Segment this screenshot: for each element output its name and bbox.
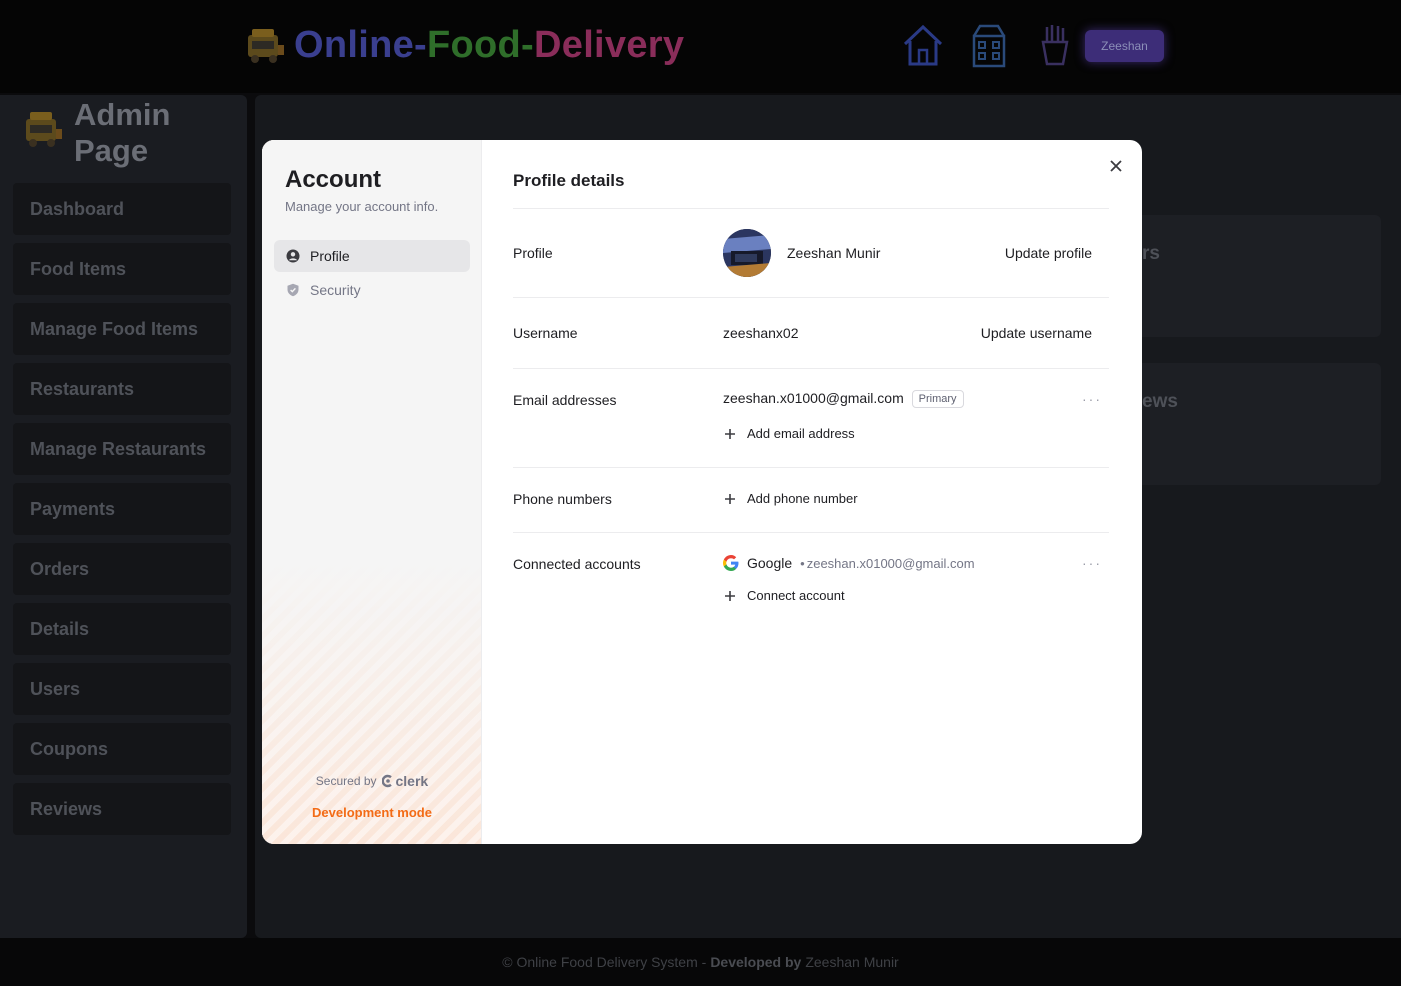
update-username-button[interactable]: Update username (981, 325, 1092, 341)
profile-details-panel: Profile details Profile Zeeshan Munir Up… (482, 140, 1142, 844)
plus-icon (725, 428, 735, 439)
divider (513, 368, 1109, 369)
brand-title-part-online: Online- (294, 24, 427, 66)
clerk-logo-icon (381, 774, 392, 788)
account-title: Account (285, 166, 381, 193)
connected-accounts-label: Connected accounts (513, 556, 641, 572)
email-more-menu[interactable]: ··· (1082, 391, 1102, 407)
profile-row-label: Profile (513, 245, 553, 261)
sidebar-item-users[interactable]: Users (13, 663, 231, 715)
add-phone-button[interactable]: Add phone number (723, 491, 858, 506)
connect-account-label: Connect account (747, 588, 845, 603)
brand[interactable]: Online-Food-Delivery (244, 24, 684, 67)
sidebar-item-orders[interactable]: Orders (13, 543, 231, 595)
stat-card-label: ews (1142, 391, 1178, 412)
google-icon (723, 555, 739, 571)
stat-card (1115, 363, 1381, 485)
admin-title: Admin Page (74, 97, 170, 169)
tab-security[interactable]: Security (274, 274, 470, 306)
footer-copyright: © Online Food Delivery System - (502, 954, 707, 970)
primary-badge: Primary (911, 390, 964, 409)
brand-title-part-delivery: Delivery (534, 24, 685, 66)
secured-by-text: Secured by (315, 774, 377, 788)
sidebar-item-reviews[interactable]: Reviews (13, 783, 231, 835)
stat-card-label: rs (1142, 243, 1160, 264)
clerk-wordmark: clerk (395, 773, 429, 789)
avatar (723, 229, 771, 277)
divider (513, 297, 1109, 298)
divider (513, 467, 1109, 468)
sidebar-item-details[interactable]: Details (13, 603, 231, 655)
connect-account-button[interactable]: Connect account (723, 588, 845, 603)
tab-profile[interactable]: Profile (274, 240, 470, 272)
footer-developed-by: Developed by (710, 954, 802, 970)
username-value: zeeshanx02 (723, 325, 799, 341)
sidebar-item-payments[interactable]: Payments (13, 483, 231, 535)
sidebar-item-coupons[interactable]: Coupons (13, 723, 231, 775)
brand-title-part-food: Food- (427, 24, 535, 66)
nav-icons (902, 22, 1076, 68)
restaurant-building-icon[interactable] (968, 22, 1010, 68)
account-modal-sidebar: Account Manage your account info. Profil… (262, 140, 482, 844)
add-email-button[interactable]: Add email address (723, 426, 855, 441)
close-button[interactable] (1106, 156, 1126, 176)
add-email-label: Add email address (747, 426, 855, 441)
divider (513, 208, 1109, 209)
google-account-email: zeeshan.x01000@gmail.com (806, 555, 975, 571)
food-truck-logo-icon (248, 28, 284, 63)
close-icon (1110, 160, 1122, 172)
footer-author: Zeeshan Munir (805, 954, 899, 970)
secured-by-clerk[interactable]: Secured by clerk (262, 773, 482, 789)
update-profile-button[interactable]: Update profile (1005, 245, 1092, 261)
tab-profile-label: Profile (310, 248, 350, 264)
profile-name: Zeeshan Munir (787, 245, 881, 261)
sidebar-item-restaurants[interactable]: Restaurants (13, 363, 231, 415)
email-row-label: Email addresses (513, 392, 617, 408)
email-entry: zeeshan.x01000@gmail.com Primary (723, 390, 964, 409)
admin-sidebar: Admin Page Dashboard Food Items Manage F… (0, 95, 247, 938)
google-provider-label: Google (747, 555, 793, 571)
sidebar-item-manage-food-items[interactable]: Manage Food Items (13, 303, 231, 355)
home-icon[interactable] (902, 22, 944, 68)
add-phone-label: Add phone number (747, 491, 858, 506)
plus-icon (725, 590, 735, 601)
phone-row-label: Phone numbers (513, 491, 612, 507)
footer: © Online Food Delivery System - Develope… (0, 938, 1401, 986)
shield-icon (287, 283, 299, 297)
account-subtitle: Manage your account info. (285, 199, 439, 214)
account-nav: Profile Security (274, 240, 470, 308)
stat-card (1115, 215, 1381, 337)
user-circle-icon (286, 249, 300, 263)
admin-title-line1: Admin (74, 97, 171, 132)
brand-title: Online-Food-Delivery (294, 24, 684, 67)
admin-title-line2: Page (74, 133, 149, 168)
connected-account-more-menu[interactable]: ··· (1082, 555, 1102, 571)
tab-security-label: Security (310, 282, 361, 298)
separator-dot: • (800, 555, 805, 571)
user-button[interactable]: Zeeshan (1085, 30, 1164, 62)
email-value: zeeshan.x01000@gmail.com (723, 390, 904, 406)
sidebar-item-manage-restaurants[interactable]: Manage Restaurants (13, 423, 231, 475)
food-truck-logo-icon (26, 112, 62, 147)
sidebar-menu: Dashboard Food Items Manage Food Items R… (13, 183, 231, 843)
development-mode-label: Development mode (312, 805, 432, 820)
top-navbar: Online-Food-Delivery Zeeshan (0, 0, 1401, 93)
sidebar-item-dashboard[interactable]: Dashboard (13, 183, 231, 235)
profile-details-heading: Profile details (513, 171, 625, 190)
username-row-label: Username (513, 325, 578, 341)
account-modal: Account Manage your account info. Profil… (262, 140, 1142, 844)
admin-header: Admin Page (22, 97, 170, 169)
fries-icon[interactable] (1034, 22, 1076, 68)
sidebar-item-food-items[interactable]: Food Items (13, 243, 231, 295)
clerk-logo: clerk (381, 773, 429, 789)
divider (513, 532, 1109, 533)
plus-icon (725, 493, 735, 504)
google-account-entry: Google • zeeshan.x01000@gmail.com (723, 555, 975, 571)
avatar-image (723, 229, 771, 277)
